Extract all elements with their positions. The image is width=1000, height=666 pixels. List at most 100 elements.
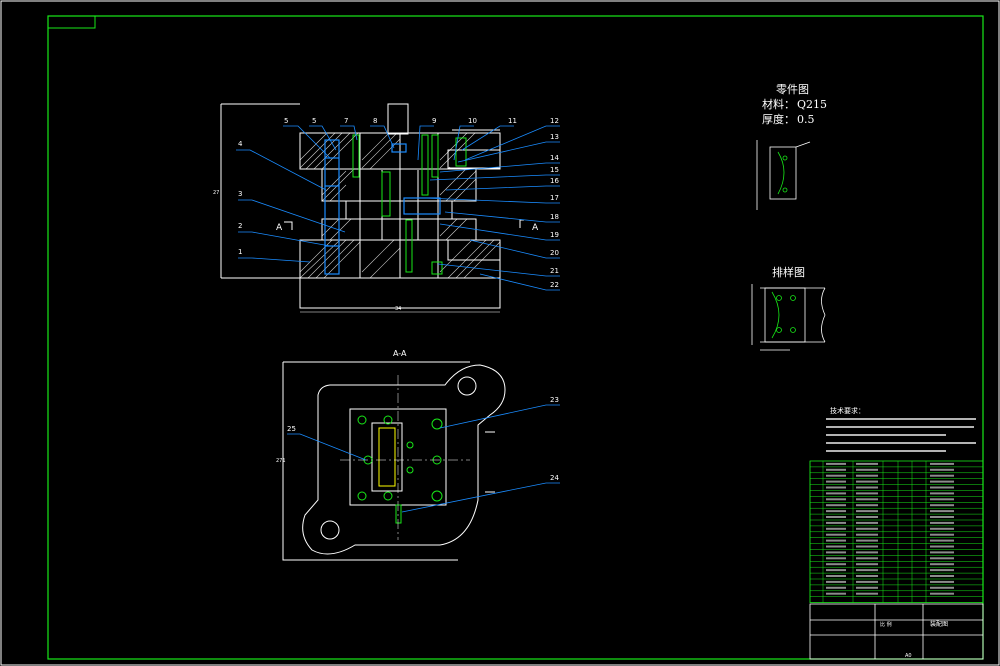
parts-list-cell-mark <box>826 586 846 589</box>
callout-1: 1 <box>238 248 242 256</box>
parts-list-cell-mark <box>826 575 846 577</box>
plan-holes <box>357 415 443 524</box>
parts-list-cell-mark <box>826 480 846 483</box>
parts-list-cell-mark <box>856 592 878 595</box>
callout-9: 9 <box>432 117 436 125</box>
parts-list-cell-mark <box>856 539 878 542</box>
callout-24: 24 <box>550 474 559 482</box>
parts-list-cell-mark <box>856 586 878 589</box>
callout-15: 15 <box>550 166 559 174</box>
parts-list-cell-mark <box>826 580 846 583</box>
parts-list-cell-mark <box>826 504 846 507</box>
parts-list-cell-mark <box>856 569 878 572</box>
tech-requirements-title: 技术要求： <box>830 406 865 415</box>
part-sketch <box>756 140 811 210</box>
parts-list-cell-mark <box>930 533 954 536</box>
parts-list-cell-mark <box>930 474 954 477</box>
thickness-value: 0.5 <box>797 113 815 126</box>
part-drawing-title: 零件图 <box>776 83 809 96</box>
parts-list-cell-mark <box>856 575 878 577</box>
section-arrow-left <box>284 221 293 230</box>
parts-list-cell-mark <box>826 551 846 554</box>
inner-frame <box>47 15 984 660</box>
corner-tag-box <box>47 15 96 29</box>
parts-list-cell-mark <box>856 533 878 536</box>
section-title: A-A <box>393 349 407 358</box>
part-drawing-block: 零件图 材料： Q215 厚度： 0.5 <box>756 83 827 210</box>
parts-list-cell-mark <box>826 533 846 536</box>
parts-list-cell-mark <box>930 569 954 572</box>
callout-14: 14 <box>550 154 559 162</box>
parts-list-cell-mark <box>826 563 846 566</box>
parts-list-cell-mark <box>826 474 846 477</box>
parts-list-cell-mark <box>856 580 878 583</box>
callout-8: 8 <box>373 117 377 125</box>
parts-list-cell-mark <box>930 504 954 507</box>
layout-drawing-block: 排样图 <box>751 265 826 351</box>
parts-list-cell-mark <box>856 480 878 483</box>
thickness-label: 厚度： <box>762 112 795 126</box>
parts-list-cell-mark <box>826 510 846 513</box>
parts-list-cell-mark <box>826 462 846 465</box>
parts-list-cell-mark <box>930 486 954 489</box>
parts-list-cell-mark <box>856 551 878 554</box>
parts-list-cell-mark <box>930 557 954 560</box>
callout-17: 17 <box>550 194 559 202</box>
parts-list-cell-mark <box>930 575 954 577</box>
parts-list-cell-mark <box>856 498 878 501</box>
parts-list-cell-mark <box>930 545 954 548</box>
parts-list-cell-mark <box>930 480 954 483</box>
parts-list-cell-mark <box>930 539 954 542</box>
parts-list-cell-mark <box>930 462 954 465</box>
parts-list-cell-mark <box>930 516 954 518</box>
title-block <box>809 603 984 660</box>
parts-list-cell-mark <box>826 569 846 572</box>
material-value: Q215 <box>797 98 827 111</box>
parts-list-table <box>809 460 984 604</box>
plan-dim-height: 271 <box>276 458 286 464</box>
callout-2: 2 <box>238 222 242 230</box>
leader-lines <box>236 125 560 291</box>
material-label: 材料： <box>762 97 795 111</box>
front-dim-width: 34 <box>395 306 401 312</box>
parts-list-cell-mark <box>856 468 878 471</box>
parts-list-cell-mark <box>856 516 878 518</box>
parts-list-cell-mark <box>930 521 954 524</box>
parts-list-cell-mark <box>930 586 954 589</box>
callout-5a: 5 <box>284 117 288 125</box>
parts-list-cell-mark <box>826 539 846 542</box>
parts-list-cell-mark <box>930 498 954 501</box>
strip-layout-sketch <box>751 284 826 351</box>
parts-list-cell-mark <box>826 545 846 548</box>
plan-leaders <box>287 404 560 513</box>
parts-list-cell-mark <box>826 486 846 489</box>
parts-list-cell-mark <box>826 527 846 530</box>
callout-5b: 5 <box>312 117 316 125</box>
callout-16: 16 <box>550 177 559 185</box>
parts-list-cell-mark <box>856 563 878 566</box>
parts-list-cell-mark <box>856 510 878 513</box>
tech-requirements-lines <box>826 418 976 452</box>
parts-list-cell-mark <box>856 545 878 548</box>
callout-21: 21 <box>550 267 559 275</box>
parts-list-cell-mark <box>930 551 954 554</box>
cad-drawing-canvas: A A 34 27 5 5 7 8 4 3 2 1 9 10 11 12 13 … <box>0 0 1000 666</box>
callout-4: 4 <box>238 140 243 148</box>
parts-list-cell-mark <box>856 474 878 477</box>
callout-12: 12 <box>550 117 559 125</box>
parts-list-cell-mark <box>930 580 954 583</box>
front-dim-height: 27 <box>213 190 219 196</box>
callout-numbers: 5 5 7 8 4 3 2 1 9 10 11 12 13 14 15 16 1… <box>238 117 559 289</box>
parts-list-cell-mark <box>856 557 878 560</box>
callout-18: 18 <box>550 213 559 221</box>
callout-25: 25 <box>287 425 296 433</box>
title-block-sheet: A0 <box>905 653 912 659</box>
parts-list-cell-mark <box>930 492 954 495</box>
callout-22: 22 <box>550 281 559 289</box>
springs-and-pins <box>352 134 467 275</box>
title-block-label: 装配图 <box>930 620 948 628</box>
parts-list-cell-mark <box>930 527 954 530</box>
parts-list-cell-mark <box>826 498 846 501</box>
callout-7: 7 <box>344 117 348 125</box>
callout-11: 11 <box>508 117 517 125</box>
